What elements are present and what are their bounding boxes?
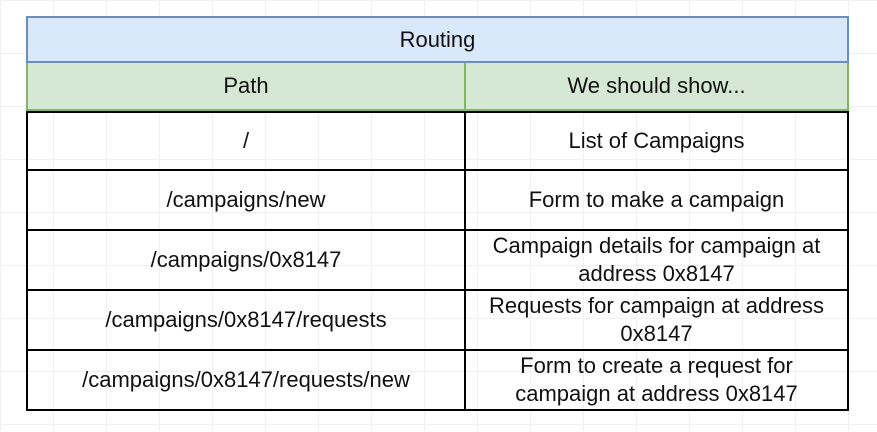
path-cell: /campaigns/new xyxy=(28,171,466,229)
table-row: /campaigns/0x8147/requests/new Form to c… xyxy=(28,351,847,409)
table-row: /campaigns/0x8147/requests Requests for … xyxy=(28,291,847,351)
table-row: / List of Campaigns xyxy=(28,111,847,171)
show-cell: Form to create a request for campaign at… xyxy=(515,353,798,406)
header-row: Path We should show... xyxy=(26,63,849,111)
routing-table: Routing Path We should show... / List of… xyxy=(26,16,849,411)
header-path: Path xyxy=(28,63,466,109)
table-row: /campaigns/0x8147 Campaign details for c… xyxy=(28,231,847,291)
show-cell: Campaign details for campaign at address… xyxy=(492,233,821,286)
path-cell: /campaigns/0x8147 xyxy=(28,231,466,289)
header-show: We should show... xyxy=(567,73,746,98)
path-cell: / xyxy=(28,113,466,169)
table-row: /campaigns/new Form to make a campaign xyxy=(28,171,847,231)
table-title: Routing xyxy=(26,16,849,63)
path-cell: /campaigns/0x8147/requests/new xyxy=(28,351,466,409)
path-cell: /campaigns/0x8147/requests xyxy=(28,291,466,349)
show-cell: Form to make a campaign xyxy=(528,187,785,212)
table-body: / List of Campaigns /campaigns/new Form … xyxy=(26,111,849,411)
show-cell: Requests for campaign at address 0x8147 xyxy=(488,293,825,346)
show-cell: List of Campaigns xyxy=(568,128,745,153)
